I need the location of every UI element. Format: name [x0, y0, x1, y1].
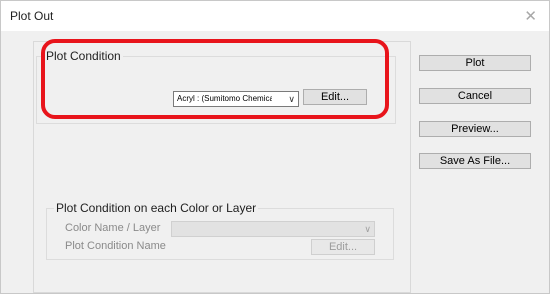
dialog-client-area: Plot Condition Acryl : (Sumitomo Chemica…: [1, 31, 549, 293]
settings-panel: Plot Condition Acryl : (Sumitomo Chemica…: [33, 41, 411, 293]
chevron-down-icon: ∨: [288, 94, 295, 104]
condition-name-label: Plot Condition Name: [65, 240, 166, 252]
cancel-button[interactable]: Cancel: [419, 88, 531, 104]
per-color-edit-button[interactable]: Edit...: [311, 239, 375, 255]
per-color-group-label: Plot Condition on each Color or Layer: [54, 201, 259, 215]
window-title: Plot Out: [10, 9, 54, 23]
color-name-label: Color Name / Layer: [65, 222, 161, 234]
plot-condition-group-label: Plot Condition: [44, 49, 123, 63]
plot-condition-group: Plot Condition Acryl : (Sumitomo Chemica…: [36, 49, 396, 124]
chevron-down-icon: ∨: [364, 224, 371, 234]
plot-button[interactable]: Plot: [419, 55, 531, 71]
close-icon[interactable]: ✕: [524, 7, 537, 25]
preview-button[interactable]: Preview...: [419, 121, 531, 137]
plot-condition-edit-button[interactable]: Edit...: [303, 89, 367, 105]
plot-condition-select-value: Acryl : (Sumitomo Chemical)SUN: [177, 94, 272, 103]
plot-condition-select[interactable]: Acryl : (Sumitomo Chemical)SUN ∨: [173, 91, 299, 107]
save-as-file-button[interactable]: Save As File...: [419, 153, 531, 169]
title-bar: Plot Out ✕: [1, 1, 549, 31]
per-color-group: Plot Condition on each Color or Layer Co…: [46, 201, 394, 260]
color-name-select[interactable]: ∨: [171, 221, 375, 237]
plot-out-dialog: Plot Out ✕ Plot Condition Acryl : (Sumit…: [0, 0, 550, 294]
